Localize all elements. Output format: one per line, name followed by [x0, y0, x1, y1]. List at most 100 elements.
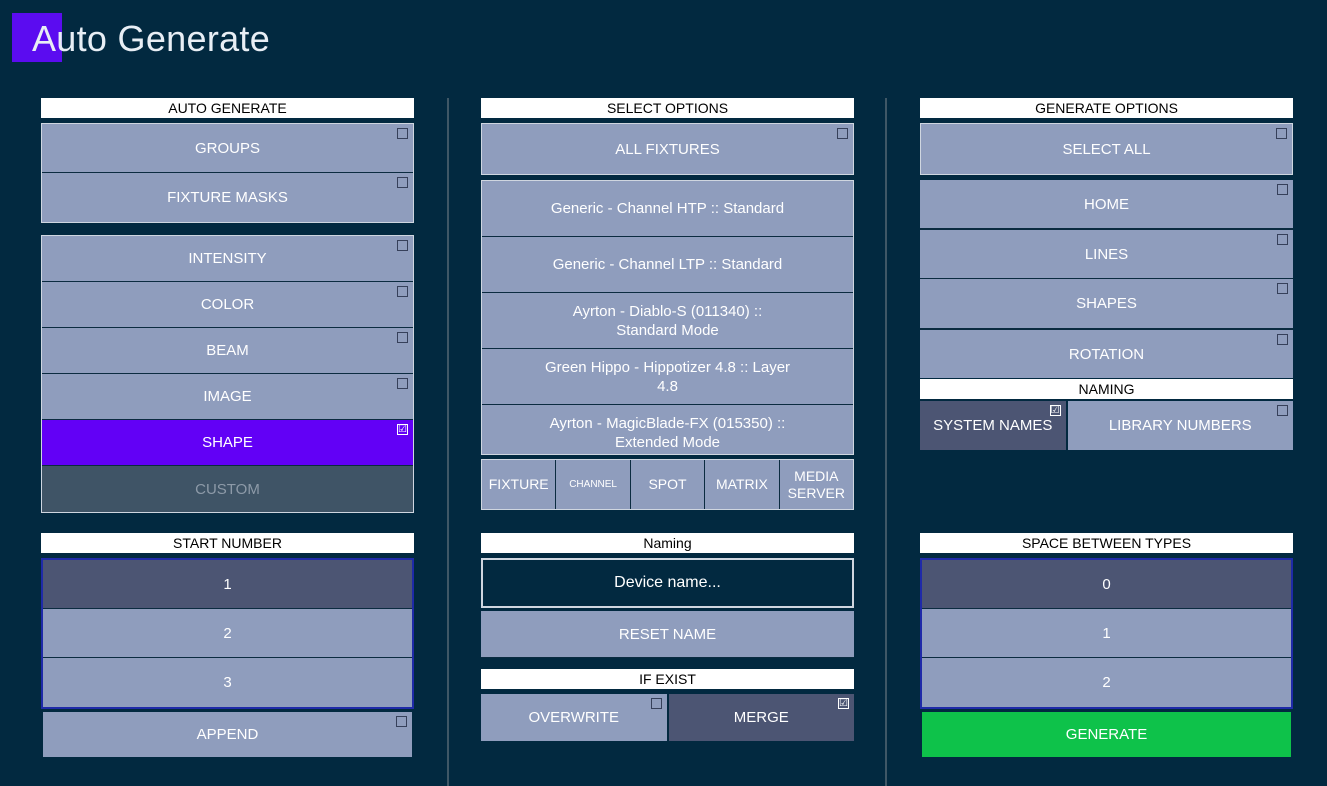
fixture-name: Green Hippo - Hippotizer 4.8 :: Layer 4.…	[544, 358, 791, 395]
device-name-input[interactable]: Device name...	[481, 558, 854, 608]
groups-label: GROUPS	[194, 139, 260, 157]
start-number-group: 1 2 3	[41, 558, 414, 709]
start-number-option-3[interactable]: 3	[43, 658, 412, 707]
merge-label: MERGE	[733, 709, 789, 726]
shapes-label: SHAPES	[1076, 295, 1137, 312]
beam-button[interactable]: BEAM	[42, 328, 413, 374]
system-names-label: SYSTEM NAMES	[933, 417, 1053, 434]
select-all-group: SELECT ALL	[920, 123, 1293, 175]
fixture-masks-button[interactable]: FIXTURE MASKS	[42, 173, 413, 222]
lines-button[interactable]: LINES	[920, 229, 1293, 279]
fixture-list-item[interactable]: Generic - Channel HTP :: Standard	[482, 181, 853, 237]
rotation-label: ROTATION	[1068, 345, 1145, 363]
merge-checkbox-checked: ☑	[838, 698, 849, 709]
generate-button[interactable]: GENERATE	[922, 712, 1291, 757]
auto-generate-type-group: GROUPS FIXTURE MASKS	[41, 123, 414, 223]
shape-button[interactable]: SHAPE ☑	[42, 420, 413, 466]
option-label: 2	[223, 624, 232, 642]
overwrite-checkbox	[650, 698, 662, 709]
feature-group: INTENSITY COLOR BEAM IMAGE SHAPE ☑ CUSTO…	[41, 235, 414, 513]
reset-name-label: RESET NAME	[618, 625, 717, 643]
select-all-button[interactable]: SELECT ALL	[921, 124, 1292, 174]
fixture-list[interactable]: Generic - Channel HTP :: Standard Generi…	[481, 180, 854, 455]
lines-label: LINES	[1084, 245, 1129, 263]
groups-button[interactable]: GROUPS	[42, 124, 413, 173]
shapes-checkbox	[1277, 283, 1288, 294]
naming-options-header: NAMING	[920, 379, 1293, 399]
generate-label: GENERATE	[1065, 726, 1148, 743]
intensity-checkbox	[397, 240, 408, 251]
custom-button[interactable]: CUSTOM	[42, 466, 413, 512]
reset-name-button[interactable]: RESET NAME	[481, 611, 854, 658]
home-button[interactable]: HOME	[920, 180, 1293, 229]
fixture-list-item[interactable]: Ayrton - MagicBlade-FX (015350) :: Exten…	[482, 405, 853, 454]
fixture-list-item[interactable]: Ayrton - Diablo-S (011340) :: Standard M…	[482, 293, 853, 349]
image-label: IMAGE	[203, 388, 252, 405]
naming-header: Naming	[481, 533, 854, 553]
select-options-header: SELECT OPTIONS	[481, 98, 854, 118]
merge-button[interactable]: MERGE ☑	[668, 694, 854, 741]
intensity-button[interactable]: INTENSITY	[42, 236, 413, 282]
image-button[interactable]: IMAGE	[42, 374, 413, 420]
fixture-masks-label: FIXTURE MASKS	[167, 189, 288, 206]
image-checkbox	[397, 378, 408, 389]
tab-fixture[interactable]: FIXTURE	[482, 460, 557, 509]
tab-label: FIXTURE	[488, 476, 549, 492]
system-names-checkbox-checked: ☑	[1049, 405, 1061, 416]
tab-media-server[interactable]: MEDIA SERVER	[779, 460, 854, 509]
page-title: Auto Generate	[32, 18, 271, 59]
fixture-list-item[interactable]: Generic - Channel LTP :: Standard	[482, 237, 853, 293]
fixture-type-tabs: FIXTURE CHANNEL SPOT MATRIX MEDIA SERVER	[481, 459, 854, 510]
tab-label: SPOT	[648, 476, 687, 492]
if-exist-options: OVERWRITE MERGE ☑	[481, 694, 854, 741]
all-fixtures-button[interactable]: ALL FIXTURES	[482, 124, 853, 174]
library-numbers-label: LIBRARY NUMBERS	[1108, 417, 1252, 434]
option-label: 0	[1102, 575, 1111, 593]
space-between-types-header: SPACE BETWEEN TYPES	[920, 533, 1293, 553]
fixture-name: Ayrton - MagicBlade-FX (015350) :: Exten…	[549, 415, 786, 451]
shape-label: SHAPE	[202, 434, 253, 451]
space-option-0[interactable]: 0	[922, 560, 1291, 609]
tab-channel[interactable]: CHANNEL	[556, 460, 631, 509]
intensity-label: INTENSITY	[188, 250, 267, 267]
append-checkbox	[396, 716, 407, 727]
generate-options-list: HOME LINES SHAPES ROTATION	[920, 180, 1293, 378]
rotation-button[interactable]: ROTATION	[920, 329, 1293, 378]
tab-matrix[interactable]: MATRIX	[705, 460, 780, 509]
space-option-2[interactable]: 2	[922, 658, 1291, 707]
append-button[interactable]: APPEND	[43, 712, 412, 757]
if-exist-header: IF EXIST	[481, 669, 854, 689]
system-names-button[interactable]: SYSTEM NAMES ☑	[920, 401, 1066, 450]
space-option-1[interactable]: 1	[922, 609, 1291, 658]
option-label: 1	[223, 575, 232, 593]
tab-spot[interactable]: SPOT	[630, 460, 706, 509]
fixture-masks-checkbox	[397, 177, 408, 188]
library-numbers-button[interactable]: LIBRARY NUMBERS	[1067, 401, 1293, 450]
tab-label: MEDIA SERVER	[787, 467, 845, 501]
shapes-button[interactable]: SHAPES	[920, 279, 1293, 329]
fixture-list-item[interactable]: Green Hippo - Hippotizer 4.8 :: Layer 4.…	[482, 349, 853, 405]
tab-label: CHANNEL	[569, 479, 617, 490]
naming-options: SYSTEM NAMES ☑ LIBRARY NUMBERS	[920, 401, 1293, 450]
option-label: 3	[223, 674, 232, 691]
rotation-checkbox	[1277, 334, 1288, 345]
overwrite-button[interactable]: OVERWRITE	[481, 694, 667, 741]
groups-checkbox	[397, 128, 408, 139]
column-divider	[447, 98, 449, 786]
color-label: COLOR	[200, 296, 255, 313]
fixture-name: Generic - Channel LTP :: Standard	[552, 256, 783, 273]
generate-options-header: GENERATE OPTIONS	[920, 98, 1293, 118]
option-label: 1	[1102, 624, 1111, 642]
color-button[interactable]: COLOR	[42, 282, 413, 328]
start-number-option-1[interactable]: 1	[43, 560, 412, 609]
all-fixtures-checkbox	[837, 128, 848, 139]
beam-label: BEAM	[206, 342, 249, 359]
start-number-option-2[interactable]: 2	[43, 609, 412, 658]
beam-checkbox	[397, 332, 408, 343]
start-number-header: START NUMBER	[41, 533, 414, 553]
option-label: 2	[1102, 674, 1111, 691]
append-label: APPEND	[196, 726, 259, 743]
space-between-types-group: 0 1 2	[920, 558, 1293, 709]
all-fixtures-label: ALL FIXTURES	[615, 140, 720, 158]
color-checkbox	[397, 286, 408, 297]
